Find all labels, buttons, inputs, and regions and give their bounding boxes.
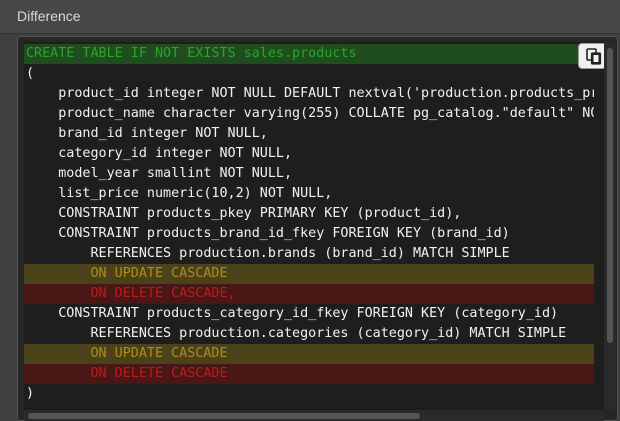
code-line: CREATE TABLE IF NOT EXISTS sales.product… xyxy=(24,44,594,64)
code-line: ON UPDATE CASCADE xyxy=(24,264,594,284)
diff-editor[interactable]: CREATE TABLE IF NOT EXISTS sales.product… xyxy=(24,42,604,410)
code-line: model_year smallint NOT NULL, xyxy=(26,166,293,181)
panel-title: Difference xyxy=(17,8,81,24)
code-line: ON DELETE CASCADE, xyxy=(24,284,594,304)
code-line: list_price numeric(10,2) NOT NULL, xyxy=(26,186,333,201)
code-line: product_id integer NOT NULL DEFAULT next… xyxy=(58,86,594,101)
code-line: CONSTRAINT products_category_id_fkey FOR… xyxy=(26,306,559,321)
code-line: brand_id integer NOT NULL, xyxy=(26,126,268,141)
horizontal-scrollbar[interactable] xyxy=(24,410,604,421)
copy-icon xyxy=(586,48,602,65)
code-line: REFERENCES production.brands (brand_id) … xyxy=(26,246,510,261)
code-line: CONSTRAINT products_pkey PRIMARY KEY (pr… xyxy=(26,206,462,221)
code-line: product_name character varying(255) COLL… xyxy=(26,106,594,121)
panel-header: Difference xyxy=(0,0,620,34)
code-line: CONSTRAINT products_brand_id_fkey FOREIG… xyxy=(26,226,510,241)
vertical-scrollbar[interactable] xyxy=(604,42,616,410)
code-line: ) xyxy=(26,386,35,401)
code-line: ON DELETE CASCADE xyxy=(24,364,594,384)
difference-panel: Difference CREATE TABLE IF NOT EXISTS sa… xyxy=(0,0,620,421)
code-line: category_id integer NOT NULL, xyxy=(26,146,293,161)
horizontal-scroll-thumb[interactable] xyxy=(28,413,420,419)
vertical-scroll-thumb[interactable] xyxy=(607,48,613,343)
code-lines: CREATE TABLE IF NOT EXISTS sales.product… xyxy=(24,44,594,404)
code-line: REFERENCES production.categories (catego… xyxy=(26,326,567,341)
code-line: ON UPDATE CASCADE xyxy=(24,344,594,364)
code-line: ( xyxy=(26,66,35,81)
